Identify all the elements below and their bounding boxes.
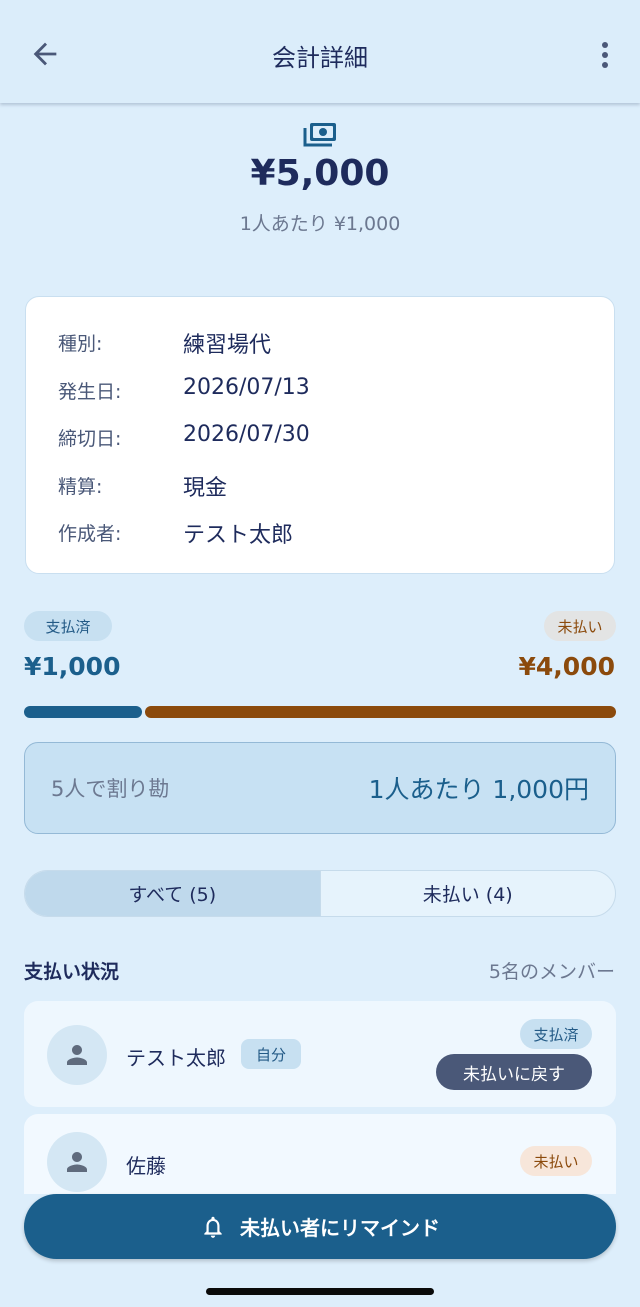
- app-bar: 会計詳細: [0, 0, 640, 103]
- details-card: 種別: 練習場代 発生日: 2026/07/13 締切日: 2026/07/30…: [25, 296, 615, 574]
- progress-bar-unpaid: [145, 706, 616, 718]
- paid-chip: 支払済: [24, 611, 112, 641]
- member-name: テスト太郎: [126, 1046, 226, 1070]
- arrow-left-icon[interactable]: [28, 37, 62, 71]
- more-vert-icon[interactable]: [598, 38, 612, 72]
- status-badge: 支払済: [520, 1019, 592, 1049]
- detail-row-settlement: 精算: 現金: [58, 468, 582, 516]
- member-name: 佐藤: [126, 1154, 166, 1178]
- person-icon: [67, 1045, 87, 1065]
- filter-tabs: すべて (5) 未払い (4): [24, 870, 616, 917]
- detail-row-date: 発生日: 2026/07/13: [58, 373, 582, 421]
- detail-label: 発生日:: [58, 380, 122, 403]
- remind-button-label: 未払い者にリマインド: [240, 1216, 440, 1240]
- split-info-box: 5人で割り勘 1人あたり 1,000円: [24, 742, 616, 834]
- unpaid-chip: 未払い: [544, 611, 616, 641]
- detail-value: テスト太郎: [183, 523, 294, 548]
- detail-row-creator: 作成者: テスト太郎: [58, 515, 582, 563]
- detail-value: 2026/07/30: [183, 422, 310, 447]
- tab-all[interactable]: すべて (5): [25, 871, 321, 916]
- avatar: [47, 1025, 107, 1085]
- self-badge: 自分: [241, 1039, 301, 1069]
- detail-label: 締切日:: [58, 428, 122, 450]
- detail-label: 精算:: [58, 475, 103, 498]
- paid-amount: ¥1,000: [24, 652, 121, 681]
- home-indicator[interactable]: [206, 1288, 434, 1295]
- detail-value: 現金: [183, 475, 228, 501]
- remind-unpaid-button[interactable]: 未払い者にリマインド: [24, 1194, 616, 1259]
- tab-unpaid[interactable]: 未払い (4): [321, 871, 616, 916]
- detail-row-type: 種別: 練習場代: [58, 325, 582, 373]
- member-row[interactable]: 佐藤 未払い: [24, 1114, 616, 1194]
- per-person-amount: 1人あたり ¥1,000: [239, 213, 401, 235]
- total-amount: ¥5,000: [250, 153, 390, 194]
- detail-value: 練習場代: [183, 333, 272, 358]
- detail-label: 種別:: [58, 333, 103, 355]
- progress-bar-paid: [24, 706, 142, 718]
- section-title: 支払い状況: [24, 961, 120, 983]
- member-row[interactable]: テスト太郎 自分 支払済 未払いに戻す: [24, 1001, 616, 1107]
- person-icon: [67, 1152, 87, 1172]
- status-badge: 未払い: [520, 1146, 592, 1176]
- split-method: 5人で割り勘: [51, 777, 170, 801]
- avatar: [47, 1132, 107, 1192]
- bell-icon: [204, 1216, 222, 1238]
- detail-value: 2026/07/13: [183, 374, 310, 400]
- unpaid-amount: ¥4,000: [518, 652, 615, 681]
- page-title: 会計詳細: [272, 44, 368, 72]
- detail-row-deadline: 締切日: 2026/07/30: [58, 420, 582, 468]
- detail-label: 作成者:: [58, 523, 122, 545]
- split-per-person: 1人あたり 1,000円: [368, 775, 589, 804]
- mark-unpaid-button[interactable]: 未払いに戻す: [436, 1054, 592, 1090]
- money-icon: [302, 121, 338, 149]
- member-count: 5名のメンバー: [488, 961, 615, 983]
